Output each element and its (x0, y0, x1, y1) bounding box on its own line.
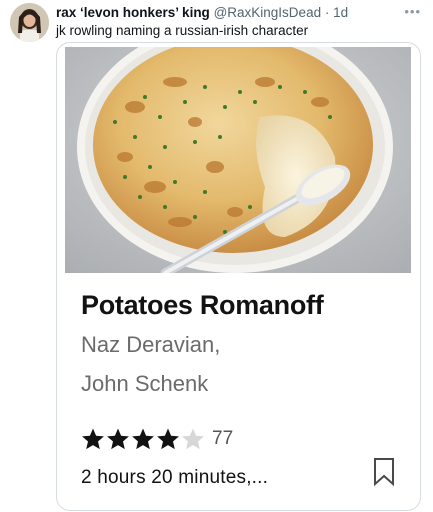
recipe-photo (65, 47, 411, 273)
star-icon (82, 428, 104, 450)
avatar-image (10, 3, 49, 42)
avatar[interactable] (10, 3, 49, 42)
recipe-title[interactable]: Potatoes Romanoff (81, 290, 324, 321)
timestamp[interactable]: 1d (333, 5, 348, 20)
star-icon (107, 428, 129, 450)
star-icon (157, 428, 179, 450)
star-icon (132, 428, 154, 450)
tweet-text: jk rowling naming a russian-irish charac… (56, 23, 309, 38)
star-icon (182, 428, 204, 450)
recipe-author: Naz Deravian, (81, 332, 221, 357)
tweet-header: rax ‘levon honkers’ king @RaxKingIsDead … (56, 4, 393, 21)
display-name[interactable]: rax ‘levon honkers’ king (56, 5, 210, 20)
rating-count: 77 (212, 428, 234, 449)
bookmark-icon[interactable] (373, 457, 395, 487)
cook-time: 2 hours 20 minutes,... (81, 467, 269, 488)
separator: · (324, 5, 330, 20)
more-horizontal-icon[interactable]: ••• (404, 4, 421, 19)
link-card[interactable]: Potatoes Romanoff Naz Deravian, John Sch… (56, 42, 421, 511)
rating: 77 (81, 425, 233, 453)
recipe-author: John Schenk (81, 371, 209, 396)
handle[interactable]: @RaxKingIsDead (214, 5, 322, 20)
